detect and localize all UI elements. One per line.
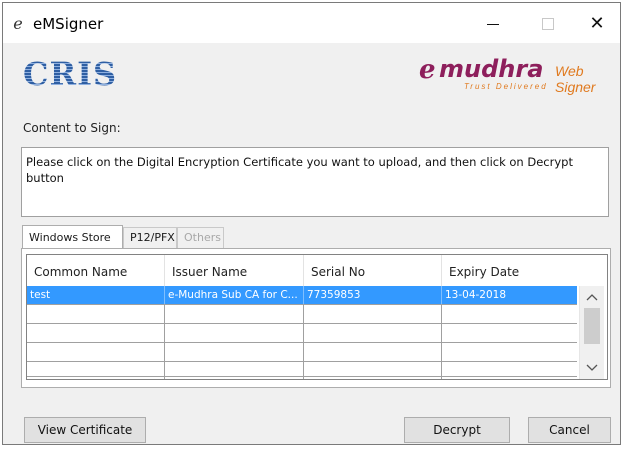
column-expiry-date[interactable]: Expiry Date [442,255,577,286]
empty-cell [165,362,304,379]
empty-cell [27,362,165,379]
certificate-table: Common Name Issuer Name Serial No Expiry… [26,254,608,380]
decrypt-button[interactable]: Decrypt [404,417,510,443]
column-common-name[interactable]: Common Name [27,255,165,286]
title-bar[interactable]: e eMSigner ✕ [3,3,620,43]
cris-logo: CRIS [23,55,118,93]
emudhra-logo-e: e [419,55,436,85]
tab-p12-pfx[interactable]: P12/PFX [123,227,177,249]
empty-cell [304,343,442,361]
column-issuer-name[interactable]: Issuer Name [165,255,304,286]
cell-serial-no: 77359853 [304,286,442,304]
empty-cell [27,343,165,361]
emsigner-e-icon: e [13,14,23,33]
content-to-sign-textbox[interactable]: Please click on the Digital Encryption C… [21,147,609,217]
minimize-button[interactable] [471,9,515,39]
tab-others: Others [177,227,224,249]
view-certificate-button[interactable]: View Certificate [24,417,146,443]
table-header: Common Name Issuer Name Serial No Expiry… [27,255,577,286]
close-button[interactable]: ✕ [575,9,619,39]
window-title: eMSigner [33,15,104,33]
empty-cell [304,324,442,342]
cell-expiry-date: 13-04-2018 [445,289,507,301]
cell-issuer-name: e-Mudhra Sub CA for C... [165,286,304,304]
empty-cell [442,343,577,361]
table-row-empty [27,305,577,324]
table-row-empty [27,362,577,379]
column-serial-no[interactable]: Serial No [304,255,442,286]
empty-cell [304,305,442,323]
emudhra-logo: e mudhra Web Signer Trust Delivered [419,55,619,95]
scrollbar-thumb[interactable] [584,308,600,344]
empty-cell [27,305,165,323]
empty-cell [165,343,304,361]
chevron-up-icon[interactable] [580,288,604,308]
chevron-down-icon[interactable] [580,359,604,379]
tab-windows-store[interactable]: Windows Store [22,225,123,249]
emudhra-logo-name: mudhra [439,55,544,83]
table-row-empty [27,343,577,362]
table-row[interactable]: test e-Mudhra Sub CA for C... 77359853 1… [27,286,577,305]
empty-cell [442,362,577,379]
content-to-sign-label: Content to Sign: [23,121,121,135]
certificate-panel: Common Name Issuer Name Serial No Expiry… [21,248,611,388]
table-row-empty [27,324,577,343]
cell-common-name: test [27,286,165,304]
table-vertical-scrollbar[interactable] [579,286,604,379]
empty-cell [27,324,165,342]
emsigner-window: e eMSigner ✕ CRIS e mudhra Web Signer Tr… [2,2,621,445]
empty-cell [442,324,577,342]
empty-cell [165,324,304,342]
emudhra-tagline: Trust Delivered [464,82,548,91]
maximize-button[interactable] [526,9,570,39]
cancel-button[interactable]: Cancel [528,417,611,443]
logo-banner: CRIS e mudhra Web Signer Trust Delivered [3,43,620,105]
empty-cell [442,305,577,323]
empty-cell [304,362,442,379]
emudhra-product-name: Web Signer [555,63,596,95]
empty-cell [165,305,304,323]
